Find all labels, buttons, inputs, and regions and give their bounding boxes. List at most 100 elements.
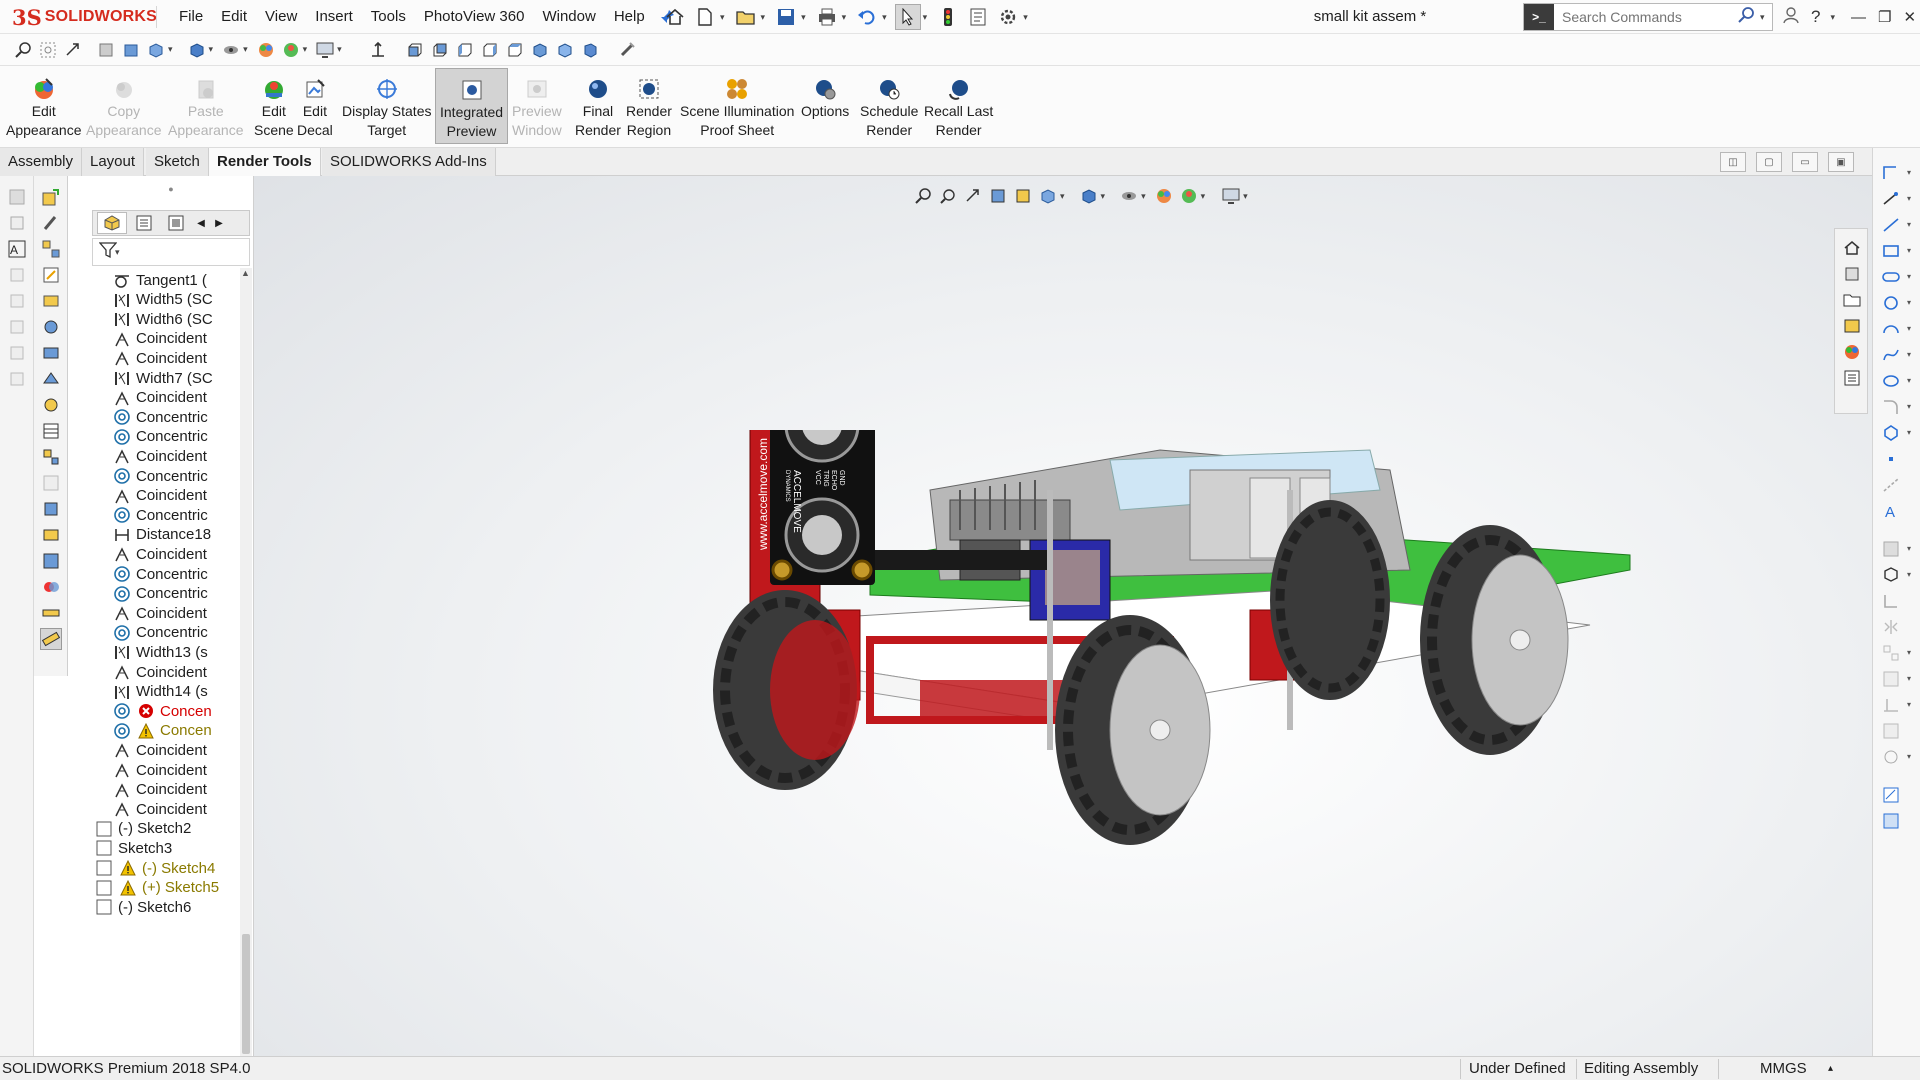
close-icon[interactable]: ✕ <box>1903 8 1916 26</box>
surface-finish-icon[interactable] <box>6 264 28 286</box>
options-button[interactable]: Options <box>801 76 849 121</box>
rebuild-icon[interactable] <box>616 39 638 61</box>
snaps-caret-icon[interactable]: ▾ <box>1907 752 1911 761</box>
rectangle-icon[interactable] <box>1879 240 1903 262</box>
view-back-icon[interactable] <box>429 39 451 61</box>
view-front-icon[interactable] <box>404 39 426 61</box>
select-caret-icon[interactable]: ▾ <box>923 12 928 23</box>
arc-icon[interactable] <box>1879 318 1903 340</box>
spline-icon[interactable] <box>1879 344 1903 366</box>
apply-scene-icon[interactable] <box>280 39 302 61</box>
display-relations-icon[interactable] <box>1879 694 1903 716</box>
hud-view-orientation-icon[interactable] <box>1037 185 1059 207</box>
tab-assembly[interactable]: Assembly <box>0 148 83 176</box>
hud-view-settings-caret-icon[interactable]: ▾ <box>1243 191 1248 202</box>
zoom-area-icon[interactable] <box>37 39 59 61</box>
triad-icon[interactable] <box>367 39 389 61</box>
tab-sketch[interactable]: Sketch <box>146 148 209 176</box>
hud-display-style-icon[interactable] <box>1078 185 1100 207</box>
hud-scene-caret-icon[interactable]: ▾ <box>1201 191 1206 202</box>
reference-geometry-icon[interactable] <box>40 368 62 390</box>
tree-item[interactable]: (-) Sketch6 <box>94 895 191 919</box>
file-properties-icon[interactable] <box>965 4 991 30</box>
hud-display-caret-icon[interactable]: ▾ <box>1101 191 1106 202</box>
paste-appearance-button[interactable]: Paste Appearance <box>168 76 244 140</box>
smart-dimension-icon[interactable] <box>6 186 28 208</box>
line-caret-icon[interactable]: ▾ <box>1907 220 1911 229</box>
offset-caret-icon[interactable]: ▾ <box>1907 570 1911 579</box>
view-orientation-icon[interactable] <box>145 39 167 61</box>
previous-view-icon[interactable] <box>62 39 84 61</box>
menu-photoview[interactable]: PhotoView 360 <box>415 0 534 34</box>
save-caret-icon[interactable]: ▾ <box>801 12 806 23</box>
traffic-light-icon[interactable] <box>935 4 961 30</box>
maximize-view-icon[interactable]: ▣ <box>1828 152 1854 172</box>
print-caret-icon[interactable]: ▾ <box>842 12 847 23</box>
update-speedpak-icon[interactable] <box>40 498 62 520</box>
hide-show-icon[interactable] <box>220 39 242 61</box>
datum-target-icon[interactable] <box>6 342 28 364</box>
slot-caret-icon[interactable]: ▾ <box>1907 272 1911 281</box>
units-caret-icon[interactable]: ▴ <box>1828 1063 1833 1074</box>
search-caret-icon[interactable]: ▾ <box>1760 12 1765 23</box>
ellipse-icon[interactable] <box>1879 370 1903 392</box>
fillet-caret-icon[interactable]: ▾ <box>1907 402 1911 411</box>
sketch-caret-icon[interactable]: ▾ <box>1907 168 1911 177</box>
sketch-icon[interactable] <box>1879 162 1903 184</box>
polygon-caret-icon[interactable]: ▾ <box>1907 428 1911 437</box>
robot-car-model[interactable]: ACCELMOVE DYNAMICS www.accelmove.com GND… <box>690 430 1750 950</box>
hud-zoom-area-icon[interactable] <box>937 185 959 207</box>
dynamic-annotation-icon[interactable] <box>120 39 142 61</box>
menu-tools[interactable]: Tools <box>362 0 415 34</box>
edit-decal-button[interactable]: Edit Decal <box>297 76 333 140</box>
evaluate-icon[interactable] <box>40 628 62 650</box>
arc-caret-icon[interactable]: ▾ <box>1907 324 1911 333</box>
scene-illumination-proof-sheet-button[interactable]: Scene Illumination Proof Sheet <box>680 76 794 140</box>
tab-render-tools[interactable]: Render Tools <box>209 148 321 176</box>
instant3d-icon[interactable] <box>40 472 62 494</box>
mate-icon[interactable] <box>40 212 62 234</box>
collapse-view-icon[interactable]: ▭ <box>1792 152 1818 172</box>
section-view-icon[interactable] <box>95 39 117 61</box>
undo-caret-icon[interactable]: ▾ <box>882 12 887 23</box>
help-icon[interactable]: ? <box>1811 7 1820 27</box>
feature-tree-scrollbar[interactable]: ▲ <box>240 268 252 1058</box>
hud-hide-caret-icon[interactable]: ▾ <box>1141 191 1146 202</box>
hud-dynamic-annotation-icon[interactable] <box>1012 185 1034 207</box>
appearances-scenes-icon[interactable] <box>1841 341 1863 363</box>
recall-last-render-button[interactable]: Recall Last Render <box>924 76 993 140</box>
zoom-to-fit-icon[interactable] <box>12 39 34 61</box>
home-icon[interactable] <box>662 4 688 30</box>
display-style-caret-icon[interactable]: ▾ <box>209 44 214 55</box>
take-snapshot-icon[interactable] <box>40 524 62 546</box>
view-right-icon[interactable] <box>479 39 501 61</box>
slot-icon[interactable] <box>1879 266 1903 288</box>
circle-caret-icon[interactable]: ▾ <box>1907 298 1911 307</box>
shaded-sketch-contours-icon[interactable] <box>1879 810 1903 832</box>
geometric-tolerance-icon[interactable] <box>6 368 28 390</box>
feature-manager-tab-icon[interactable] <box>97 212 127 234</box>
show-hidden-icon[interactable] <box>40 316 62 338</box>
measure-icon[interactable] <box>40 602 62 624</box>
line-icon[interactable] <box>1879 214 1903 236</box>
repair-sketch-icon[interactable] <box>1879 720 1903 742</box>
tabs-scroll-left-icon[interactable]: ◀ <box>193 212 209 234</box>
large-assembly-icon[interactable] <box>40 550 62 572</box>
instant2d-icon[interactable] <box>1879 784 1903 806</box>
exploded-view-icon[interactable] <box>40 446 62 468</box>
tabs-scroll-right-icon[interactable]: ▶ <box>211 212 227 234</box>
rectangle-caret-icon[interactable]: ▾ <box>1907 246 1911 255</box>
hud-section-view-icon[interactable] <box>987 185 1009 207</box>
new-caret-icon[interactable]: ▾ <box>720 12 725 23</box>
menu-file[interactable]: File <box>170 0 212 34</box>
pattern-caret-icon[interactable]: ▾ <box>1907 648 1911 657</box>
save-icon[interactable] <box>773 4 799 30</box>
view-left-icon[interactable] <box>454 39 476 61</box>
smart-dimension-right-icon[interactable] <box>1879 188 1903 210</box>
smart-fasteners-icon[interactable] <box>40 264 62 286</box>
copy-appearance-button[interactable]: Copy Appearance <box>86 76 162 140</box>
linear-pattern-icon[interactable] <box>40 238 62 260</box>
trim-entities-icon[interactable] <box>1879 590 1903 612</box>
relations-caret-icon[interactable]: ▾ <box>1907 700 1911 709</box>
edit-scene-button[interactable]: Edit Scene <box>254 76 294 140</box>
